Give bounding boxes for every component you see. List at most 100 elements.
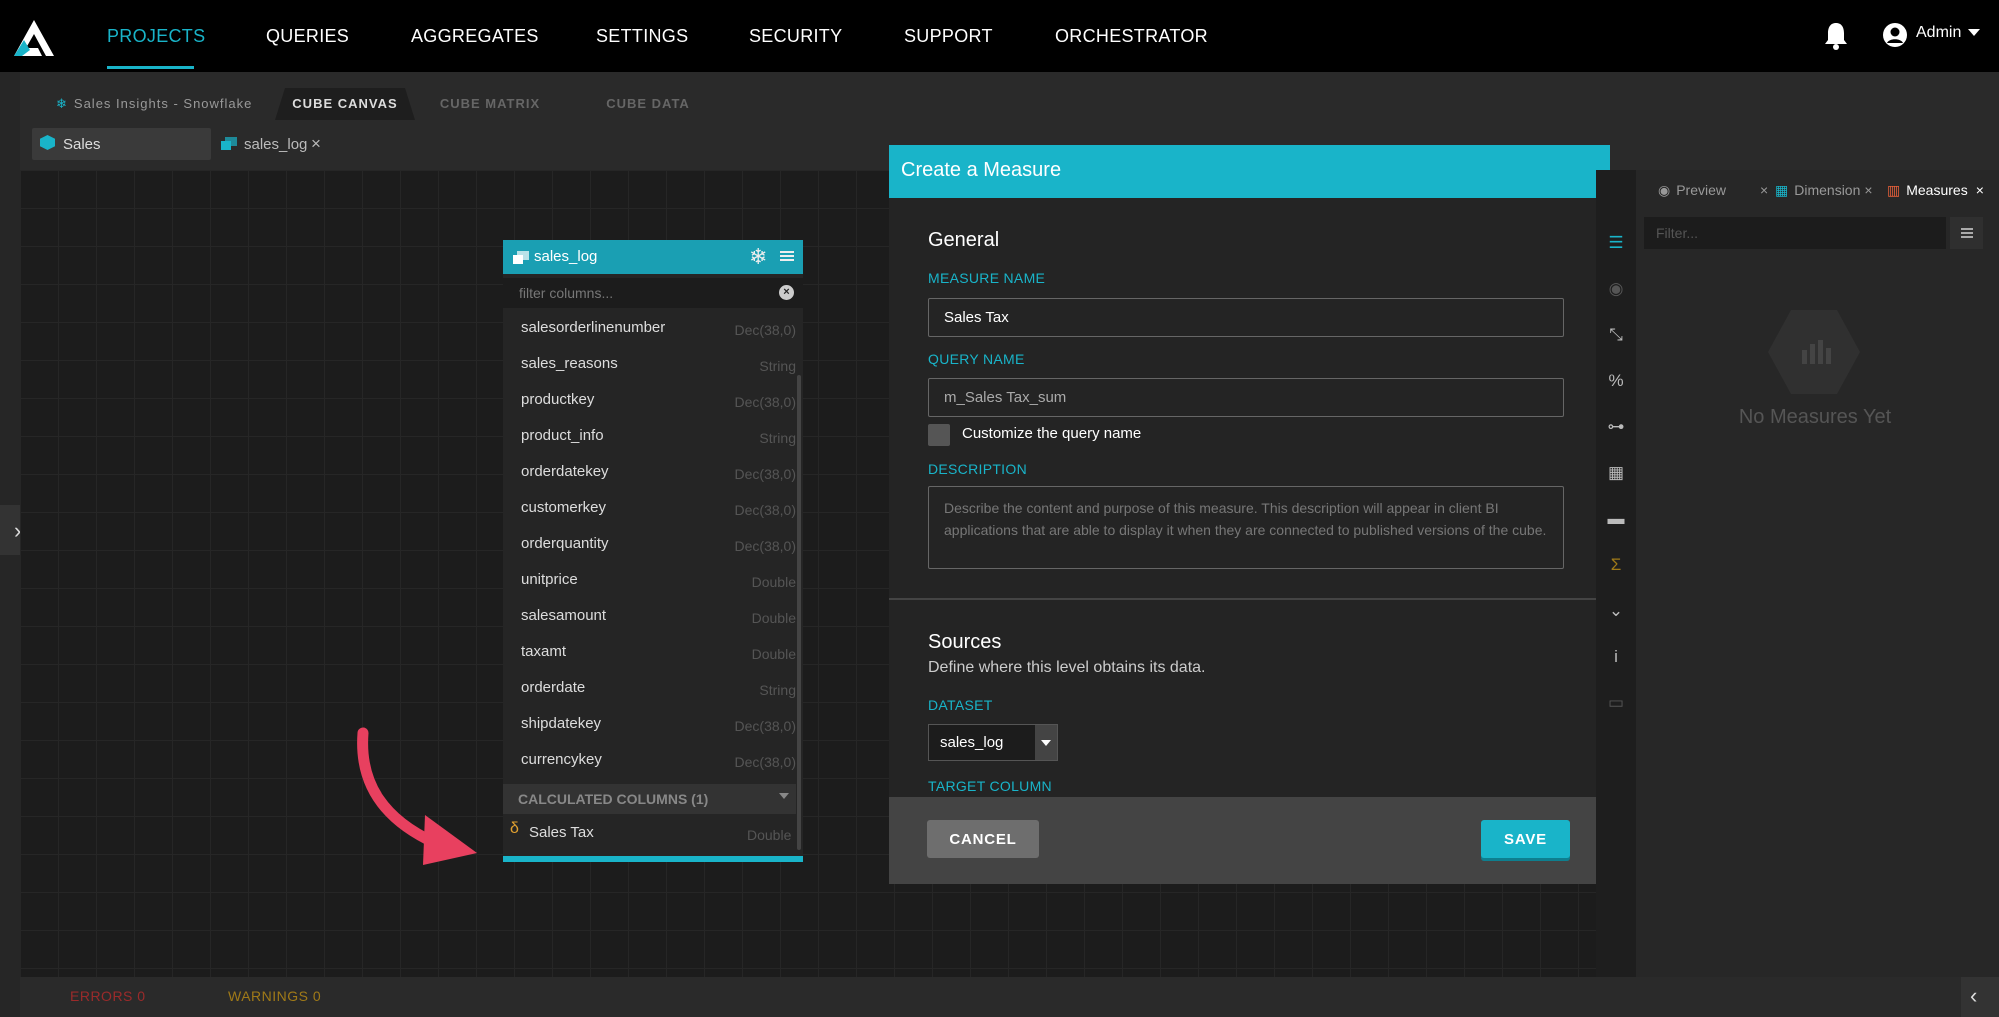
column-row[interactable]: taxamt Double (503, 643, 796, 679)
scrollbar[interactable] (797, 375, 801, 850)
nav-queries[interactable]: QUERIES (266, 0, 349, 72)
close-icon[interactable]: × (1864, 182, 1872, 198)
section-divider (889, 598, 1604, 600)
column-type: Dec(38,0) (734, 322, 796, 338)
tab-cube-canvas[interactable]: CUBE CANVAS (275, 88, 415, 120)
menu-icon[interactable] (780, 249, 794, 263)
menu-icon[interactable] (1950, 217, 1983, 249)
nav-security[interactable]: SECURITY (749, 0, 842, 72)
bell-icon[interactable] (1822, 20, 1850, 50)
nav-projects[interactable]: PROJECTS (107, 0, 205, 72)
dataset-icon (513, 251, 529, 264)
dialog-title: Create a Measure (901, 159, 1062, 181)
close-icon[interactable]: × (1760, 182, 1768, 198)
info-icon[interactable]: i (1606, 647, 1626, 667)
column-row[interactable]: productkey Dec(38,0) (503, 391, 796, 427)
save-button[interactable]: SAVE (1481, 820, 1570, 858)
measures-filter-input[interactable] (1644, 217, 1946, 249)
tab-cube-data-preview[interactable]: CUBE DATA PREVIEW (558, 88, 738, 143)
right-panel (1636, 170, 1999, 977)
nav-orchestrator[interactable]: ORCHESTRATOR (1055, 0, 1208, 72)
column-row[interactable]: product_info String (503, 427, 796, 463)
calculated-column-name[interactable]: Sales Tax (529, 824, 594, 841)
nav-aggregates[interactable]: AGGREGATES (411, 0, 539, 72)
column-name: taxamt (521, 643, 567, 660)
measure-name-input[interactable] (928, 298, 1564, 337)
customize-query-name-checkbox[interactable] (928, 424, 950, 446)
folder-icon[interactable]: ▭ (1606, 693, 1626, 713)
chevron-down-icon[interactable] (1041, 740, 1051, 746)
column-row[interactable]: currencykey Dec(38,0) (503, 751, 796, 787)
percent-icon[interactable]: % (1606, 371, 1626, 391)
sources-description: Define where this level obtains its data… (928, 659, 1206, 676)
double-chevron-down-icon[interactable]: ⌄ (1606, 601, 1626, 621)
column-row[interactable]: salesorderlinenumber Dec(38,0) (503, 319, 796, 355)
column-name: shipdatekey (521, 715, 602, 732)
close-icon[interactable]: × (311, 134, 321, 154)
chevron-down-icon[interactable] (779, 793, 789, 799)
panel-collapse-button[interactable] (1961, 977, 1999, 1017)
chevron-left-icon[interactable]: ‹ (1970, 983, 1977, 1009)
tab-dimension[interactable]: ▦ Dimension × (1775, 182, 1873, 206)
dataset-tab-label[interactable]: sales_log (244, 136, 307, 153)
nav-support[interactable]: SUPPORT (904, 0, 993, 72)
snowflake-db-icon: ❄ (56, 96, 68, 111)
collapse-icon[interactable]: ⤡ (1606, 325, 1626, 345)
cancel-button[interactable]: CANCEL (927, 820, 1039, 858)
column-row[interactable]: customerkey Dec(38,0) (503, 499, 796, 535)
project-breadcrumb[interactable]: ❄ Sales Insights - Snowflake (40, 88, 268, 120)
column-row[interactable]: orderquantity Dec(38,0) (503, 535, 796, 571)
column-filter[interactable] (503, 278, 803, 308)
description-label: DESCRIPTION (928, 461, 1027, 477)
column-type: String (759, 430, 796, 446)
column-row[interactable]: orderdate String (503, 679, 796, 715)
filter-menu-button[interactable] (1950, 217, 1983, 249)
app-logo[interactable] (12, 18, 56, 58)
column-row[interactable]: orderdatekey Dec(38,0) (503, 463, 796, 499)
column-type: Dec(38,0) (734, 718, 796, 734)
column-row[interactable]: shipdatekey Dec(38,0) (503, 715, 796, 751)
customize-query-name-label[interactable]: Customize the query name (962, 425, 1141, 442)
nav-settings[interactable]: SETTINGS (596, 0, 688, 72)
measure-name-label: MEASURE NAME (928, 270, 1046, 286)
calculated-column-icon: δ (510, 820, 519, 837)
column-type: String (759, 358, 796, 374)
query-name-input[interactable] (928, 378, 1564, 417)
column-row[interactable]: sales_reasons String (503, 355, 796, 391)
calculated-columns-label: CALCULATED COLUMNS (1) (518, 791, 709, 807)
tab-cube-matrix[interactable]: CUBE MATRIX (415, 88, 565, 120)
sigma-icon[interactable]: Σ (1606, 555, 1626, 575)
book-icon[interactable]: ▬ (1606, 509, 1626, 529)
dataset-select-value[interactable]: sales_log (940, 734, 1003, 751)
column-row[interactable]: salesamount Double (503, 607, 796, 643)
user-menu-label[interactable]: Admin (1916, 24, 1961, 42)
warnings-count[interactable]: WARNINGS 0 (228, 988, 321, 1004)
column-filter-input[interactable] (503, 278, 803, 308)
column-type: Dec(38,0) (734, 754, 796, 770)
tab-preview[interactable]: ◉ Preview × (1658, 182, 1768, 206)
tab-measures-label: Measures (1906, 182, 1968, 198)
cube-selector[interactable] (32, 128, 211, 160)
description-textarea[interactable] (928, 486, 1564, 569)
eye-icon[interactable]: ◉ (1606, 279, 1626, 299)
snowflake-icon: ❄ (749, 244, 768, 269)
column-name: orderquantity (521, 535, 609, 552)
tab-measures[interactable]: ▥ Measures × (1887, 182, 1984, 206)
column-type: Dec(38,0) (734, 502, 796, 518)
hierarchy-icon[interactable]: ☰ (1606, 233, 1626, 253)
binoculars-icon[interactable]: ⊶ (1606, 417, 1626, 437)
dataset-icon (221, 137, 237, 150)
dataset-card-title: sales_log (534, 248, 598, 265)
table-icon[interactable]: ▦ (1606, 463, 1626, 483)
column-name: product_info (521, 427, 604, 444)
chevron-down-icon[interactable] (1968, 29, 1980, 36)
column-row[interactable]: unitprice Double (503, 571, 796, 607)
clear-filter-icon[interactable]: × (779, 285, 794, 300)
cube-name: Sales (63, 136, 101, 153)
user-avatar-icon[interactable] (1882, 22, 1908, 48)
chart-icon: ▥ (1887, 182, 1901, 198)
errors-count[interactable]: ERRORS 0 (70, 988, 146, 1004)
column-name: unitprice (521, 571, 578, 588)
active-nav-indicator (107, 66, 194, 69)
close-icon[interactable]: × (1976, 182, 1984, 198)
